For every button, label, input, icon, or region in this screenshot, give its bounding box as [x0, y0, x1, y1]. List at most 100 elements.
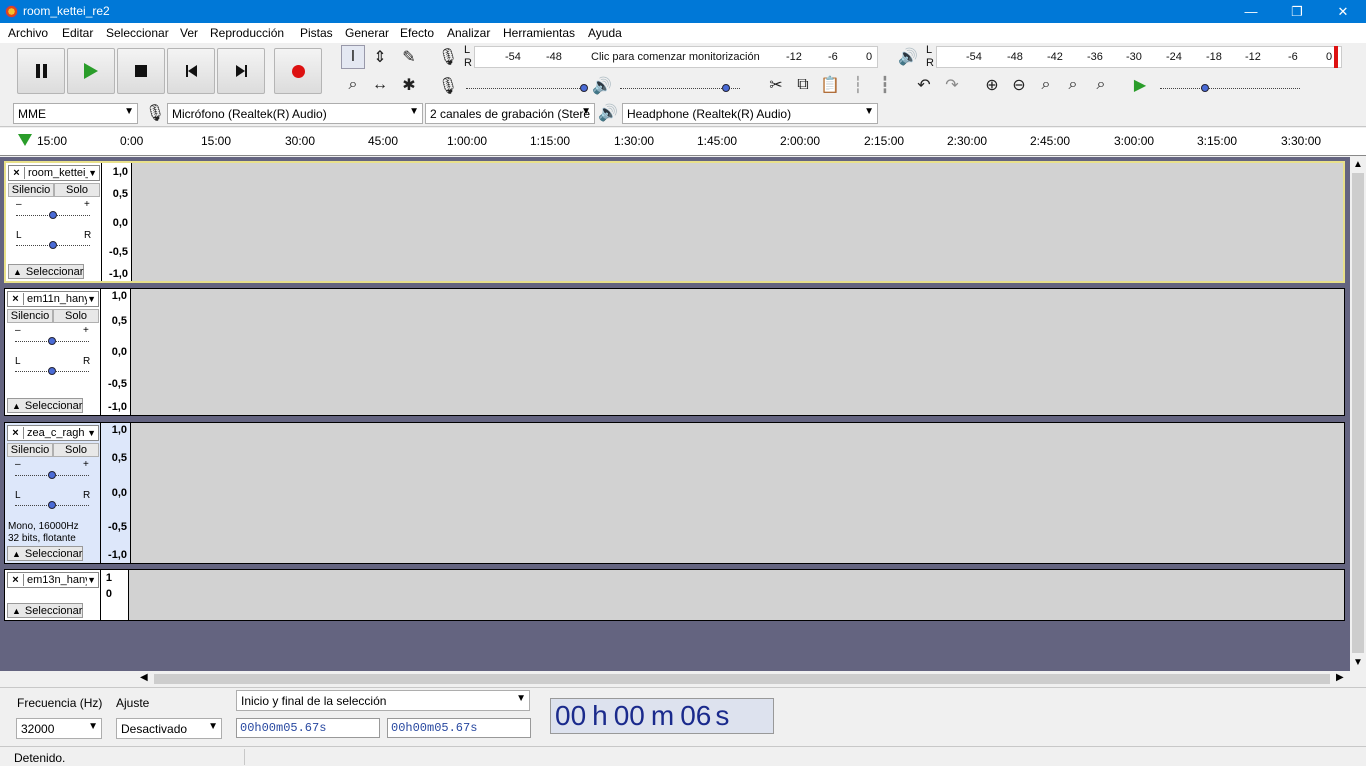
track-control-panel[interactable]: × zea_c_ragh ▼ Silencio Solo – + L R Mono,… [5, 423, 101, 563]
mute-button[interactable]: Silencio [7, 309, 53, 323]
menu-editar[interactable]: Editar [62, 26, 93, 40]
play-at-speed-icon[interactable]: ▶ [1128, 73, 1152, 97]
track[interactable]: × zea_c_ragh ▼ Silencio Solo – + L R Mono,… [4, 422, 1345, 564]
timeline-ruler[interactable]: 15:00 0:00 15:00 30:00 45:00 1:00:00 1:1… [0, 128, 1366, 156]
record-button[interactable] [274, 48, 322, 94]
vertical-scrollbar[interactable]: ▲ ▼ [1350, 157, 1366, 671]
track[interactable]: × em11n_hany ▼ Silencio Solo – + L R ▲ Sele… [4, 288, 1345, 416]
menu-analizar[interactable]: Analizar [447, 26, 490, 40]
menu-herramientas[interactable]: Herramientas [503, 26, 575, 40]
play-speed-slider[interactable] [1160, 88, 1300, 90]
pan-thumb[interactable] [49, 241, 57, 249]
host-select[interactable]: MME ▼ [13, 103, 138, 124]
microphone-icon[interactable]: 🎙 [436, 45, 460, 69]
track-name-menu[interactable]: × em11n_hany ▼ [7, 291, 99, 307]
gain-thumb[interactable] [48, 337, 56, 345]
track-name-menu[interactable]: × room_kettei_ ▼ [8, 165, 100, 181]
play-button[interactable] [67, 48, 115, 94]
selection-end-time[interactable]: 00h00m05.67s [387, 718, 531, 738]
close-icon[interactable]: × [9, 167, 25, 179]
cut-icon[interactable]: ✂ [764, 73, 788, 97]
play-speed-thumb[interactable] [1201, 84, 1209, 92]
scroll-left-icon[interactable]: ◀ [140, 672, 148, 683]
envelope-tool-icon[interactable]: ⇕ [368, 45, 392, 69]
pause-button[interactable] [17, 48, 65, 94]
record-volume-thumb[interactable] [580, 84, 588, 92]
record-volume-slider[interactable] [466, 88, 586, 90]
redo-icon[interactable]: ↷ [940, 73, 964, 97]
track-control-panel[interactable]: × room_kettei_ ▼ Silencio Solo – + L R ▲ Se… [6, 163, 102, 281]
close-button[interactable]: ✕ [1320, 0, 1366, 23]
project-rate-select[interactable]: 32000 ▼ [16, 718, 102, 739]
scroll-thumb[interactable] [154, 674, 1330, 684]
selection-tool-icon[interactable]: I [341, 45, 365, 69]
mute-button[interactable]: Silencio [8, 183, 54, 197]
track-control-panel[interactable]: × em13n_hany ▼ ▲ Seleccionar [5, 570, 101, 620]
selection-mode-select[interactable]: Inicio y final de la selección ▼ [236, 690, 530, 711]
skip-end-button[interactable] [217, 48, 265, 94]
solo-button[interactable]: Solo [53, 443, 99, 457]
menu-efecto[interactable]: Efecto [400, 26, 434, 40]
menu-reproduccion[interactable]: Reproducción [210, 26, 284, 40]
stop-button[interactable] [117, 48, 165, 94]
menu-archivo[interactable]: Archivo [8, 26, 48, 40]
menu-seleccionar[interactable]: Seleccionar [106, 26, 169, 40]
track-select-button[interactable]: ▲ Seleccionar [8, 264, 84, 279]
waveform-area[interactable] [130, 570, 1344, 620]
track-select-button[interactable]: ▲ Seleccionar [7, 546, 83, 561]
track-name-menu[interactable]: × zea_c_ragh ▼ [7, 425, 99, 441]
play-volume-thumb[interactable] [722, 84, 730, 92]
menu-ayuda[interactable]: Ayuda [588, 26, 622, 40]
speaker-icon[interactable]: 🔊 [896, 45, 920, 69]
input-device-select[interactable]: Micrófono (Realtek(R) Audio) ▼ [167, 103, 423, 124]
selection-start-time[interactable]: 00h00m05.67s [236, 718, 380, 738]
close-icon[interactable]: × [8, 427, 24, 439]
zoom-out-icon[interactable]: ⊖ [1007, 73, 1031, 97]
track-name-menu[interactable]: × em13n_hany ▼ [7, 572, 99, 588]
scroll-thumb[interactable] [1352, 173, 1364, 653]
audio-position-display[interactable]: 00 h 00 m 06 s [550, 698, 774, 734]
fit-project-icon[interactable]: ⌕ [1061, 73, 1085, 97]
draw-tool-icon[interactable]: ✎ [397, 45, 421, 69]
minimize-button[interactable]: — [1228, 0, 1274, 23]
trim-icon[interactable]: ┆ [846, 73, 870, 97]
horizontal-scrollbar[interactable]: ◀ ▶ [0, 671, 1350, 687]
menu-generar[interactable]: Generar [345, 26, 389, 40]
waveform-area[interactable] [132, 289, 1344, 415]
mute-button[interactable]: Silencio [7, 443, 53, 457]
output-device-select[interactable]: Headphone (Realtek(R) Audio) ▼ [622, 103, 878, 124]
solo-button[interactable]: Solo [53, 309, 99, 323]
scroll-up-icon[interactable]: ▲ [1353, 159, 1363, 170]
scroll-right-icon[interactable]: ▶ [1336, 672, 1344, 683]
zoom-tool-icon[interactable]: ⌕ [341, 73, 365, 97]
restore-button[interactable]: ❐ [1274, 0, 1320, 23]
fit-selection-icon[interactable]: ⌕ [1034, 73, 1058, 97]
silence-icon[interactable]: ┇ [873, 73, 897, 97]
close-icon[interactable]: × [8, 293, 24, 305]
solo-button[interactable]: Solo [54, 183, 100, 197]
paste-icon[interactable]: 📋 [818, 73, 842, 97]
snap-select[interactable]: Desactivado ▼ [116, 718, 222, 739]
waveform-area[interactable] [132, 423, 1344, 563]
track-control-panel[interactable]: × em11n_hany ▼ Silencio Solo – + L R ▲ Sele… [5, 289, 101, 415]
menu-ver[interactable]: Ver [180, 26, 198, 40]
gain-thumb[interactable] [49, 211, 57, 219]
pan-thumb[interactable] [48, 367, 56, 375]
play-head-icon[interactable] [18, 134, 32, 146]
zoom-toggle-icon[interactable]: ⌕ [1089, 73, 1113, 97]
waveform-area[interactable] [133, 163, 1343, 281]
zoom-in-icon[interactable]: ⊕ [980, 73, 1004, 97]
skip-start-button[interactable] [167, 48, 215, 94]
undo-icon[interactable]: ↶ [912, 73, 936, 97]
menu-pistas[interactable]: Pistas [300, 26, 333, 40]
channels-select[interactable]: 2 canales de grabación (Stere ▼ [425, 103, 595, 124]
gain-thumb[interactable] [48, 471, 56, 479]
track-select-button[interactable]: ▲ Seleccionar [7, 603, 83, 618]
multi-tool-icon[interactable]: ✱ [397, 73, 421, 97]
track[interactable]: × em13n_hany ▼ ▲ Seleccionar 1 0 [4, 569, 1345, 621]
pan-thumb[interactable] [48, 501, 56, 509]
timeshift-tool-icon[interactable]: ↔ [368, 73, 392, 97]
scroll-down-icon[interactable]: ▼ [1353, 657, 1363, 668]
close-icon[interactable]: × [8, 574, 24, 586]
copy-icon[interactable]: ⧉ [791, 73, 815, 97]
